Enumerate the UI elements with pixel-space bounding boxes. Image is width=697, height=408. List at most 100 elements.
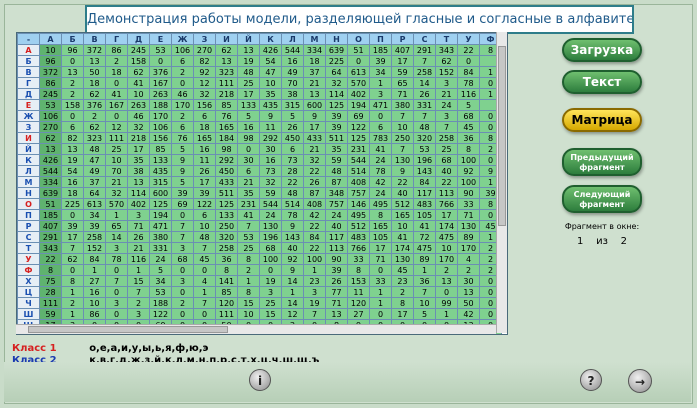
column-header: В — [83, 33, 106, 45]
matrix-cell: 113 — [325, 242, 348, 254]
matrix-cell: 143 — [281, 231, 304, 243]
matrix-cell: 291 — [39, 231, 62, 243]
matrix-cell: 3 — [105, 242, 128, 254]
matrix-cell: 14 — [281, 275, 304, 287]
matrix-cell: 258 — [413, 66, 436, 78]
frequency-matrix-table: - А Б В Г Д Е Ж З И Й К Л М Н О П Р С Т У Ф А 10 96 372 86 245 53 106… — [16, 32, 508, 335]
matrix-cell: 130 — [391, 253, 414, 265]
scroll-thumb[interactable] — [498, 46, 506, 226]
matrix-cell: 1 — [105, 209, 128, 221]
matrix-cell: 331 — [413, 99, 436, 111]
matrix-cell: 24 — [435, 99, 458, 111]
matrix-cell: 16 — [259, 154, 282, 166]
text-button[interactable]: Текст — [562, 70, 642, 94]
matrix-cell: 30 — [237, 154, 260, 166]
matrix-cell: 402 — [347, 88, 370, 100]
next-fragment-button[interactable]: Следующий фрагмент — [562, 185, 642, 213]
matrix-cell: 26 — [127, 231, 150, 243]
column-header: Т — [435, 33, 458, 45]
matrix-cell: 24 — [369, 154, 392, 166]
matrix-cell: 122 — [149, 308, 172, 320]
matrix-cell: 5 — [281, 110, 304, 122]
matrix-cell: 62 — [83, 121, 106, 133]
matrix-cell: 372 — [39, 66, 62, 78]
matrix-cell: 185 — [369, 44, 392, 56]
row-header: М — [17, 176, 40, 188]
matrix-cell: 2 — [435, 264, 458, 276]
matrix-cell: 14 — [413, 77, 436, 89]
matrix-cell: 72 — [413, 231, 436, 243]
matrix-cell: 1 — [369, 77, 392, 89]
matrix-cell: 46 — [127, 110, 150, 122]
matrix-cell: 17 — [61, 231, 84, 243]
matrix-cell: 9 — [171, 165, 194, 177]
matrix-cell: 92 — [193, 66, 216, 78]
info-icon[interactable]: i — [249, 369, 271, 391]
matrix-cell: 68 — [259, 242, 282, 254]
matrix-cell: 100 — [457, 154, 480, 166]
matrix-cell: 320 — [215, 231, 238, 243]
matrix-cell: 2 — [457, 264, 480, 276]
matrix-cell: 16 — [193, 143, 216, 155]
matrix-cell: 3 — [127, 308, 150, 320]
matrix-cell: 12 — [105, 121, 128, 133]
matrix-cell: 6 — [193, 209, 216, 221]
matrix-cell: 39 — [325, 121, 348, 133]
row-header: Ж — [17, 110, 40, 122]
matrix-cell: 111 — [215, 308, 238, 320]
row-header: А — [17, 44, 40, 56]
matrix-cell: 22 — [39, 253, 62, 265]
matrix-cell: 70 — [105, 165, 128, 177]
table-row: Г 86 2 18 0 41 167 0 12 111 25 10 70 21 32 570 1 65 14 3 78 0 — [17, 77, 502, 89]
table-row: В 372 13 50 18 62 376 2 92 323 48 47 49 37 64 613 34 59 25… — [17, 66, 502, 78]
exit-icon[interactable]: → — [628, 369, 652, 393]
column-header: М — [303, 33, 326, 45]
matrix-cell: 2 — [171, 297, 194, 309]
help-icon[interactable]: ? — [580, 369, 602, 391]
matrix-cell: 62 — [215, 44, 238, 56]
matrix-cell: 426 — [259, 44, 282, 56]
table-row: С 291 17 258 14 26 380 7 48 320 53 196 143 84 117 483 10… — [17, 231, 502, 243]
matrix-cell: 90 — [325, 253, 348, 265]
matrix-cell: 39 — [171, 187, 194, 199]
table-row: Т 343 7 152 3 21 331 3 7 258 25 68 40 22 113 766 17 174 47… — [17, 242, 502, 254]
matrix-cell: 3 — [259, 286, 282, 298]
matrix-cell: 130 — [457, 220, 480, 232]
prev-fragment-button[interactable]: Предыдущий фрагмент — [562, 148, 642, 176]
matrix-cell: 0 — [193, 308, 216, 320]
matrix-cell: 0 — [105, 308, 128, 320]
matrix-cell: 62 — [127, 66, 150, 78]
matrix-button[interactable]: Матрица — [562, 108, 642, 132]
matrix-cell: 13 — [237, 44, 260, 56]
table-row: Х 75 8 27 7 15 34 3 4 141 1 19 14 23 26 153 33 23 36 13 30 0 — [17, 275, 502, 287]
matrix-cell: 9 — [303, 110, 326, 122]
column-header: Й — [237, 33, 260, 45]
matrix-cell: 184 — [215, 132, 238, 144]
matrix-cell: 511 — [215, 187, 238, 199]
matrix-cell: 48 — [193, 231, 216, 243]
vertical-scrollbar[interactable] — [496, 32, 507, 333]
matrix-cell: 174 — [391, 242, 414, 254]
matrix-cell: 17 — [127, 143, 150, 155]
matrix-cell: 86 — [83, 308, 106, 320]
matrix-cell: 73 — [259, 165, 282, 177]
matrix-cell: 495 — [347, 209, 370, 221]
matrix-cell: 334 — [303, 44, 326, 56]
matrix-cell: 21 — [127, 242, 150, 254]
matrix-cell: 600 — [303, 99, 326, 111]
matrix-cell: 17 — [237, 88, 260, 100]
matrix-cell: 218 — [127, 132, 150, 144]
matrix-cell: 0 — [105, 77, 128, 89]
horizontal-scrollbar[interactable] — [16, 324, 496, 334]
load-button[interactable]: Загрузка — [562, 38, 642, 62]
matrix-cell: 1 — [413, 264, 436, 276]
matrix-cell: 10 — [39, 44, 62, 56]
matrix-cell: 90 — [457, 187, 480, 199]
matrix-cell: 53 — [149, 44, 172, 56]
matrix-cell: 49 — [83, 165, 106, 177]
scroll-thumb-horizontal[interactable] — [28, 326, 228, 333]
matrix-cell: 10 — [237, 308, 260, 320]
matrix-cell: 69 — [171, 198, 194, 210]
matrix-cell: 33 — [347, 253, 370, 265]
table-row: У 22 62 84 78 116 24 68 45 36 8 100 92 100 90 33 71 130 89… — [17, 253, 502, 265]
